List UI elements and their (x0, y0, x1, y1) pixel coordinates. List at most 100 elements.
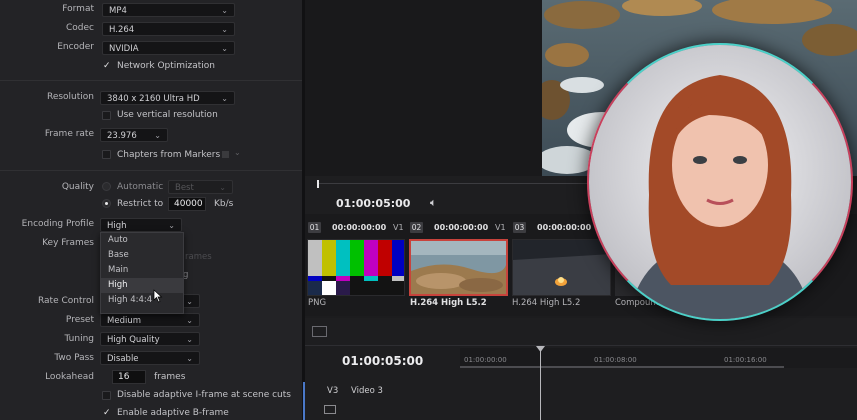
framerate-dropdown[interactable]: 23.976 ⌄ (100, 128, 168, 142)
enable-bframe-label: Enable adaptive B-frame (117, 408, 229, 418)
color-bar-strip (322, 276, 337, 281)
kbs-label: Kb/s (214, 199, 234, 209)
track-selection-indicator (303, 382, 305, 420)
menu-item-high[interactable]: High (101, 278, 183, 293)
timeline-timecode: 01:00:05:00 (342, 354, 424, 368)
clip-name: PNG (308, 298, 327, 308)
scrubber-track[interactable] (317, 183, 597, 184)
chevron-down-icon: ⌄ (186, 354, 193, 363)
timeline-panel (305, 318, 857, 420)
film-icon[interactable] (324, 405, 336, 414)
resolution-value: 3840 x 2160 Ultra HD (107, 94, 200, 104)
chevron-down-icon: ⌄ (186, 335, 193, 344)
hidden-frames-text: rames (185, 252, 212, 262)
format-value: MP4 (109, 6, 127, 16)
encoding-profile-dropdown[interactable]: High ⌄ (100, 218, 182, 232)
format-label: Format (62, 4, 94, 14)
chevron-down-icon: ⌄ (219, 183, 226, 192)
color-bar-strip (378, 276, 393, 281)
ruler-label: 01:00:16:00 (724, 356, 767, 364)
menu-item-high-444[interactable]: High 4:4:4 (101, 293, 183, 308)
clip-thumbnail-colorbars[interactable] (307, 239, 405, 296)
clip-track: V1 (393, 223, 404, 232)
divider (305, 345, 857, 346)
menu-item-base[interactable]: Base (101, 248, 183, 263)
track-name: Video 3 (351, 386, 383, 396)
tuning-label: Tuning (64, 334, 94, 344)
color-bar-strip (350, 276, 365, 281)
two-pass-label: Two Pass (54, 353, 94, 363)
codec-label: Codec (66, 23, 94, 33)
clip-number: 03 (513, 222, 526, 233)
clip-name: H.264 High L5.2 (512, 298, 581, 308)
preset-dropdown[interactable]: Medium ⌄ (100, 313, 200, 327)
clip-name: H.264 High L5.2 (410, 298, 487, 308)
encoder-dropdown[interactable]: NVIDIA ⌄ (102, 41, 235, 55)
codec-dropdown[interactable]: H.264 ⌄ (102, 22, 235, 36)
tuning-dropdown[interactable]: High Quality ⌄ (100, 332, 200, 346)
playhead-line[interactable] (540, 348, 541, 420)
codec-value: H.264 (109, 25, 135, 35)
ruler-label: 01:00:08:00 (594, 356, 637, 364)
best-value: Best (175, 183, 194, 193)
chapters-checkbox[interactable] (102, 150, 111, 159)
quality-label: Quality (61, 182, 94, 192)
lookahead-input[interactable]: 16 (112, 370, 146, 384)
restrict-label: Restrict to (117, 199, 164, 209)
lookahead-label: Lookahead (45, 372, 94, 382)
timeline-ruler[interactable] (460, 348, 857, 368)
format-dropdown[interactable]: MP4 ⌄ (102, 3, 235, 17)
volume-icon[interactable]: 🔈︎ (430, 196, 437, 210)
pluge-block (350, 281, 404, 295)
render-settings-panel: Format MP4 ⌄ Codec H.264 ⌄ Encoder NVIDIA ⌄… (0, 0, 302, 420)
chevron-down-icon: ⌄ (221, 6, 228, 15)
clip-number: 01 (308, 222, 321, 233)
divider (0, 80, 302, 81)
chevron-down-icon: ⌄ (221, 44, 228, 53)
color-bar (364, 240, 379, 276)
chevron-down-icon: ⌄ (186, 297, 193, 306)
chevron-down-icon[interactable]: ⌄ (234, 148, 241, 157)
chevron-down-icon: ⌄ (154, 131, 161, 140)
pluge-block (308, 281, 322, 295)
rate-control-label: Rate Control (37, 296, 94, 306)
pluge-block (322, 281, 336, 295)
tuning-value: High Quality (107, 335, 160, 345)
color-bars-image (308, 240, 404, 295)
clip-timecode: 00:00:00:00 (332, 223, 387, 232)
automatic-radio[interactable] (102, 182, 111, 191)
color-bar-strip (392, 276, 404, 281)
enable-bframe-checkbox[interactable]: ✓ (102, 408, 111, 418)
scrubber-handle[interactable] (317, 180, 319, 188)
menu-item-main[interactable]: Main (101, 263, 183, 278)
chevron-down-icon: ⌄ (168, 221, 175, 230)
bitrate-input[interactable]: 40000 (168, 197, 206, 211)
timeline-range-bar[interactable] (460, 366, 784, 368)
marker-color-swatch[interactable] (222, 151, 229, 158)
disable-iframe-checkbox[interactable] (102, 391, 111, 400)
automatic-label: Automatic (117, 182, 164, 192)
ruler-label: 01:00:00:00 (464, 356, 507, 364)
encoder-label: Encoder (57, 42, 94, 52)
mouse-cursor-icon (153, 289, 163, 303)
menu-item-auto[interactable]: Auto (101, 233, 183, 248)
network-optimization-label: Network Optimization (117, 61, 216, 71)
timeline-view-icon[interactable] (312, 326, 327, 337)
clip-thumbnail-fire[interactable] (512, 239, 611, 296)
preset-value: Medium (107, 316, 141, 326)
color-bar-strip (336, 276, 351, 281)
vertical-resolution-checkbox[interactable] (102, 111, 111, 120)
key-frames-label: Key Frames (42, 238, 94, 248)
quality-best-dropdown[interactable]: Best ⌄ (168, 180, 233, 194)
chevron-down-icon: ⌄ (221, 25, 228, 34)
resolution-dropdown[interactable]: 3840 x 2160 Ultra HD ⌄ (100, 91, 235, 105)
clip-number: 02 (410, 222, 423, 233)
chapters-label: Chapters from Markers (117, 150, 221, 160)
restrict-radio[interactable] (102, 199, 111, 208)
clip-timecode: 00:00:00:00 (434, 223, 489, 232)
encoding-profile-value: High (107, 221, 127, 231)
track-id: V3 (327, 386, 339, 396)
two-pass-dropdown[interactable]: Disable ⌄ (100, 351, 200, 365)
clip-thumbnail-shore[interactable] (409, 239, 508, 296)
network-optimization-checkbox[interactable]: ✓ (102, 61, 111, 71)
